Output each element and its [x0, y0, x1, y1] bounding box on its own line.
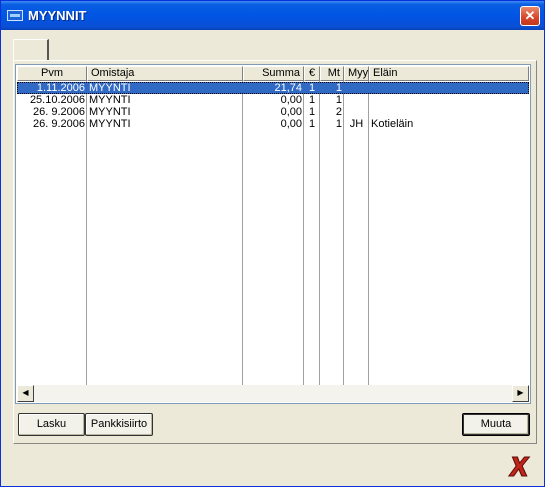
- column-header-omistaja[interactable]: Omistaja: [87, 66, 243, 81]
- cell-elain: [369, 106, 529, 118]
- tab-1[interactable]: [13, 39, 49, 61]
- cell-summa: 0,00: [280, 118, 302, 130]
- lasku-button[interactable]: Lasku: [18, 413, 85, 436]
- cell-pvm: 1.11.2006: [36, 82, 85, 94]
- muuta-button[interactable]: Muuta: [462, 413, 530, 436]
- cell-omistaja: MYYNTI: [89, 82, 131, 94]
- cell-euro: 1: [308, 118, 316, 130]
- scroll-left-button[interactable]: ◀: [17, 385, 34, 402]
- cell-mt: 1: [335, 118, 342, 130]
- scroll-right-button[interactable]: ▶: [512, 385, 529, 402]
- cell-mt: 2: [335, 106, 342, 118]
- cell-elain: Kotieläin: [371, 118, 414, 130]
- column-header-pvm[interactable]: Pvm: [17, 66, 87, 81]
- column-header-myy[interactable]: Myy: [344, 66, 369, 81]
- title-bar[interactable]: MYYNNIT ✕: [1, 1, 544, 30]
- close-icon: ✕: [524, 8, 536, 23]
- close-button[interactable]: ✕: [520, 6, 540, 26]
- list-header: Pvm Omistaja Summa € Mt Myy Eläin: [17, 66, 529, 81]
- cell-omistaja: MYYNTI: [89, 106, 131, 118]
- cell-elain: [369, 94, 529, 106]
- column-header-mt[interactable]: Mt: [320, 66, 344, 81]
- arrow-left-icon: ◀: [22, 388, 29, 397]
- cell-omistaja: MYYNTI: [89, 118, 131, 130]
- cell-pvm: 26. 9.2006: [33, 106, 85, 118]
- table-row[interactable]: 1.11.2006 MYYNTI 21,74 1 1: [17, 82, 529, 94]
- table-row[interactable]: 26. 9.2006 MYYNTI 0,00 1 2: [17, 106, 529, 118]
- cell-myy: [344, 82, 369, 94]
- cell-myy: [344, 106, 369, 118]
- cell-mt: 1: [335, 94, 342, 106]
- cell-euro: 1: [308, 82, 316, 94]
- cell-pvm: 26. 9.2006: [33, 118, 85, 130]
- cell-pvm: 25.10.2006: [29, 94, 85, 106]
- app-icon: [7, 10, 23, 21]
- cell-myy: [344, 94, 369, 106]
- window-title: MYYNNIT: [28, 8, 87, 23]
- cell-euro: 1: [308, 106, 316, 118]
- horizontal-scrollbar[interactable]: ◀ ▶: [17, 385, 529, 402]
- column-header-euro[interactable]: €: [304, 66, 320, 81]
- cell-summa: 21,74: [274, 82, 302, 94]
- cell-elain: [369, 82, 529, 94]
- column-header-elain[interactable]: Eläin: [369, 66, 529, 81]
- table-row[interactable]: 26. 9.2006 MYYNTI 0,00 1 1 JH Kotieläin: [17, 118, 529, 130]
- cell-summa: 0,00: [280, 94, 302, 106]
- pankkisiirto-button[interactable]: Pankkisiirto: [85, 413, 153, 436]
- cell-omistaja: MYYNTI: [89, 94, 131, 106]
- red-x-exit-icon[interactable]: [505, 453, 531, 479]
- cell-euro: 1: [308, 94, 316, 106]
- column-header-summa[interactable]: Summa: [243, 66, 304, 81]
- cell-myy: JH: [349, 118, 364, 130]
- arrow-right-icon: ▶: [517, 388, 524, 397]
- sales-list[interactable]: Pvm Omistaja Summa € Mt Myy Eläin 1.11.2…: [15, 64, 531, 404]
- window: MYYNNIT ✕ Pvm Omistaja Summa € Mt Myy El…: [0, 0, 545, 487]
- table-row[interactable]: 25.10.2006 MYYNTI 0,00 1 1: [17, 94, 529, 106]
- cell-summa: 0,00: [280, 106, 302, 118]
- cell-mt: 1: [335, 82, 342, 94]
